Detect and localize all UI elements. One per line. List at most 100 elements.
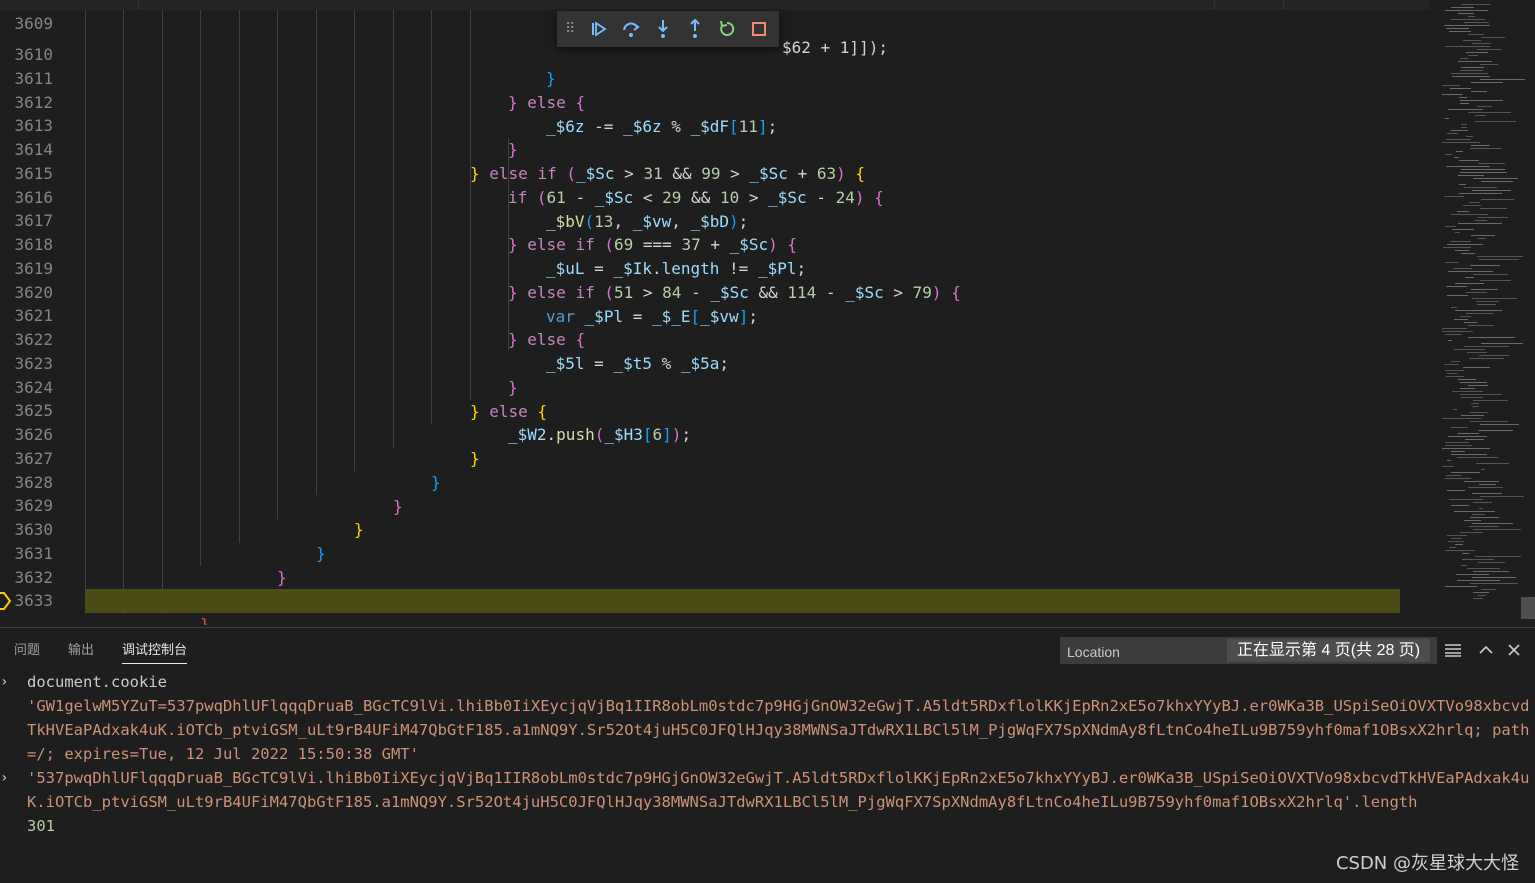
minimap-line bbox=[1451, 214, 1488, 215]
drag-handle-icon[interactable]: ⠿ bbox=[565, 21, 583, 37]
minimap-line bbox=[1446, 475, 1461, 476]
stop-icon[interactable] bbox=[743, 15, 775, 43]
minimap-line bbox=[1451, 7, 1474, 8]
minimap-line bbox=[1451, 361, 1460, 362]
minimap-line bbox=[1445, 445, 1472, 446]
console-filter[interactable]: 正在显示第 4 页(共 28 页) bbox=[1060, 637, 1437, 665]
minimap-line bbox=[1456, 151, 1463, 152]
minimap-line bbox=[1460, 388, 1475, 389]
panel-tabs: 问题 输出 调试控制台 bbox=[14, 628, 215, 668]
minimap-line bbox=[1472, 493, 1502, 494]
minimap-line bbox=[1477, 256, 1523, 257]
minimap-line bbox=[1446, 286, 1467, 287]
step-over-icon[interactable] bbox=[615, 15, 647, 43]
tab-output[interactable]: 输出 bbox=[68, 628, 94, 668]
minimap-line bbox=[1454, 349, 1485, 350]
restart-icon[interactable] bbox=[711, 15, 743, 43]
minimap-line bbox=[1451, 505, 1469, 506]
minimap-line bbox=[1480, 496, 1524, 497]
minimap-line bbox=[1465, 439, 1484, 440]
chevron-up-icon[interactable] bbox=[1476, 640, 1496, 660]
minimap-line bbox=[1458, 379, 1476, 380]
minimap-line bbox=[1442, 418, 1481, 419]
debug-toolbar[interactable]: ⠿ bbox=[557, 11, 779, 47]
minimap-line bbox=[1447, 460, 1451, 461]
minimap-line bbox=[1455, 232, 1460, 233]
current-line: 3634 )();debugger; bbox=[0, 589, 1400, 613]
step-out-icon[interactable] bbox=[679, 15, 711, 43]
minimap-line bbox=[1450, 241, 1471, 242]
code-line: 3622 _$5l = _$t5 % _$5a; bbox=[0, 304, 1400, 373]
minimap-line bbox=[1466, 313, 1494, 314]
minimap-line bbox=[1461, 67, 1484, 68]
code-line: 3621 } else { bbox=[0, 280, 1400, 349]
minimap-line bbox=[1454, 157, 1459, 158]
console-output-line[interactable]: 301 bbox=[27, 814, 1532, 838]
minimap-line bbox=[1469, 202, 1480, 203]
minimap-line bbox=[1442, 448, 1490, 449]
minimap-line bbox=[1447, 133, 1458, 134]
code-line: 3613 } bbox=[0, 90, 1400, 159]
minimap-line bbox=[1451, 538, 1462, 539]
minimap-line bbox=[1446, 166, 1490, 167]
minimap-line bbox=[1464, 22, 1489, 23]
console-output-line[interactable]: 'GW1gelwM5YZuT=537pwqDhlUFlqqqDruaB_BGcT… bbox=[27, 694, 1532, 766]
minimap-line bbox=[1473, 571, 1509, 572]
minimap-line bbox=[1455, 283, 1484, 284]
minimap-line bbox=[1478, 163, 1505, 164]
minimap-line bbox=[1446, 28, 1469, 29]
code-line: 3619 } else if (51 > 84 - _$Sc && 114 - … bbox=[0, 233, 1400, 302]
minimap-line bbox=[1451, 427, 1468, 428]
filter-input[interactable] bbox=[1061, 638, 1229, 665]
minimap-line bbox=[1446, 376, 1464, 377]
minimap-line bbox=[1445, 154, 1452, 155]
minimap-line bbox=[1442, 142, 1480, 143]
minimap-line bbox=[1459, 160, 1479, 161]
minimap-line bbox=[1472, 43, 1491, 44]
minimap-line bbox=[1480, 64, 1498, 65]
minimap-line bbox=[1445, 442, 1469, 443]
minimap-line bbox=[1471, 82, 1503, 83]
minimap-line bbox=[1468, 487, 1503, 488]
minimap-line bbox=[1459, 193, 1502, 194]
minimap-line bbox=[1470, 265, 1500, 266]
console-input-line[interactable]: document.cookie bbox=[27, 670, 1532, 694]
find-result-count: 正在显示第 4 页(共 28 页) bbox=[1227, 639, 1431, 662]
code-line: 3626 } bbox=[0, 399, 1400, 468]
minimap-line bbox=[1470, 421, 1508, 422]
minimap-line bbox=[1451, 472, 1480, 473]
minimap-line bbox=[1466, 52, 1488, 53]
minimap-line bbox=[1455, 310, 1502, 311]
minimap-line bbox=[1445, 226, 1456, 227]
minimap-line bbox=[1473, 400, 1508, 401]
tab-debug-console[interactable]: 调试控制台 bbox=[122, 628, 188, 668]
minimap-line bbox=[1470, 412, 1488, 413]
minimap-line bbox=[1460, 103, 1469, 104]
close-icon[interactable] bbox=[1504, 640, 1524, 660]
minimap-line bbox=[1475, 220, 1487, 221]
minimap-line bbox=[1471, 235, 1495, 236]
continue-icon[interactable] bbox=[583, 15, 615, 43]
minimap-line bbox=[1442, 328, 1467, 329]
minimap-line bbox=[1480, 208, 1507, 209]
minimap-line bbox=[1470, 517, 1499, 518]
code-line: 3620 var _$Pl = _$_E[_$vw]; bbox=[0, 257, 1400, 326]
minimap-line bbox=[1457, 211, 1469, 212]
minimap-line bbox=[1445, 118, 1449, 119]
minimap-line bbox=[1449, 547, 1456, 548]
minimap-line bbox=[1472, 406, 1479, 407]
minimap-line bbox=[1458, 61, 1492, 62]
minimap[interactable] bbox=[1430, 0, 1535, 625]
code-editor[interactable]: 3609 $62 + 1]]); 3610 } 3611 } else { 36… bbox=[0, 0, 1535, 625]
console-input-line[interactable]: '537pwqDhlUFlqqqDruaB_BGcTC9lVi.lhiBb0Ii… bbox=[27, 766, 1532, 814]
minimap-line bbox=[1479, 484, 1496, 485]
editor-scrollbar-thumb[interactable] bbox=[1521, 597, 1535, 619]
minimap-line bbox=[1473, 274, 1508, 275]
step-into-icon[interactable] bbox=[647, 15, 679, 43]
list-icon[interactable] bbox=[1443, 640, 1463, 660]
minimap-line bbox=[1451, 130, 1468, 131]
minimap-line bbox=[1455, 250, 1469, 251]
minimap-line bbox=[1465, 277, 1474, 278]
tab-problems[interactable]: 问题 bbox=[14, 628, 40, 668]
minimap-line bbox=[1460, 70, 1483, 71]
